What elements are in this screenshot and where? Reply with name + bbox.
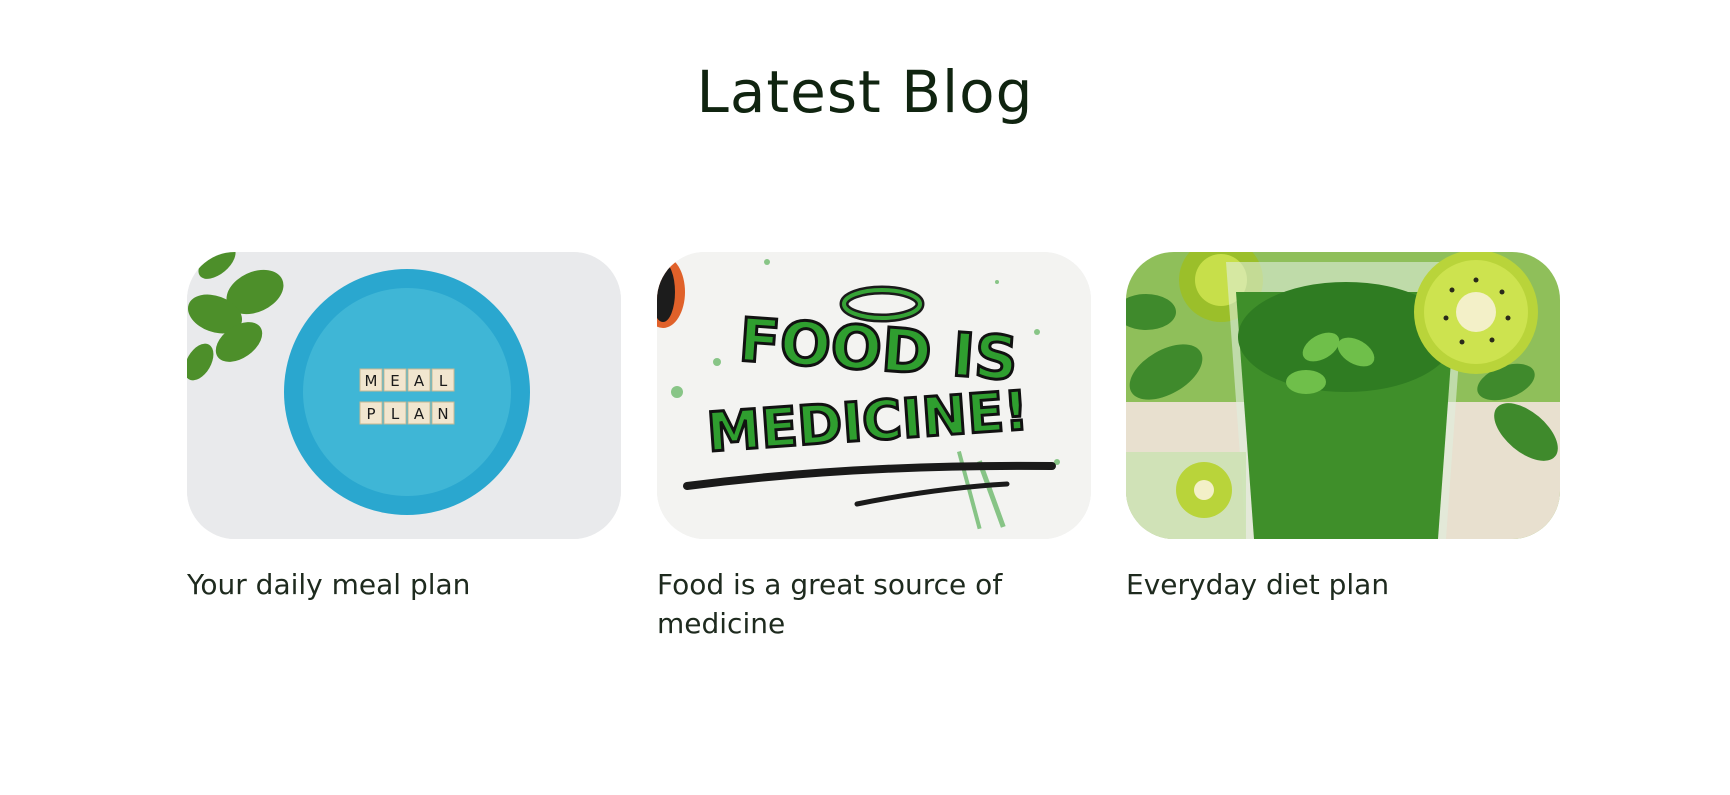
blog-card-image-food-medicine[interactable]: FOOD IS MEDICINE! (657, 252, 1091, 539)
blog-card[interactable]: MEAL PLAN Your daily meal plan (187, 252, 621, 604)
letter-tile-text: N (437, 405, 448, 423)
letter-tile-text: L (391, 405, 400, 423)
blog-card[interactable]: FOOD IS MEDICINE! Food is a great source… (657, 252, 1091, 643)
latest-blog-section: Latest Blog M E A L P L A N Your daily m… (0, 0, 1730, 795)
blog-card-title[interactable]: Your daily meal plan (187, 565, 621, 604)
section-title: Latest Blog (696, 58, 1034, 126)
letter-tile-text: P (366, 405, 375, 423)
letter-tile-text: M (365, 372, 378, 390)
blog-card-title[interactable]: Food is a great source of medicine (657, 565, 1091, 643)
blog-card[interactable]: Everyday diet plan (1126, 252, 1560, 604)
blog-card-title[interactable]: Everyday diet plan (1126, 565, 1560, 604)
letter-tile-text: L (439, 372, 448, 390)
blog-card-image-meal-plan[interactable]: MEAL PLAN (187, 252, 621, 539)
letter-tile-text: A (414, 372, 425, 390)
blog-card-image-diet-plan[interactable] (1126, 252, 1560, 539)
letter-tile-text: E (390, 372, 399, 390)
letter-tile-text: A (414, 405, 425, 423)
